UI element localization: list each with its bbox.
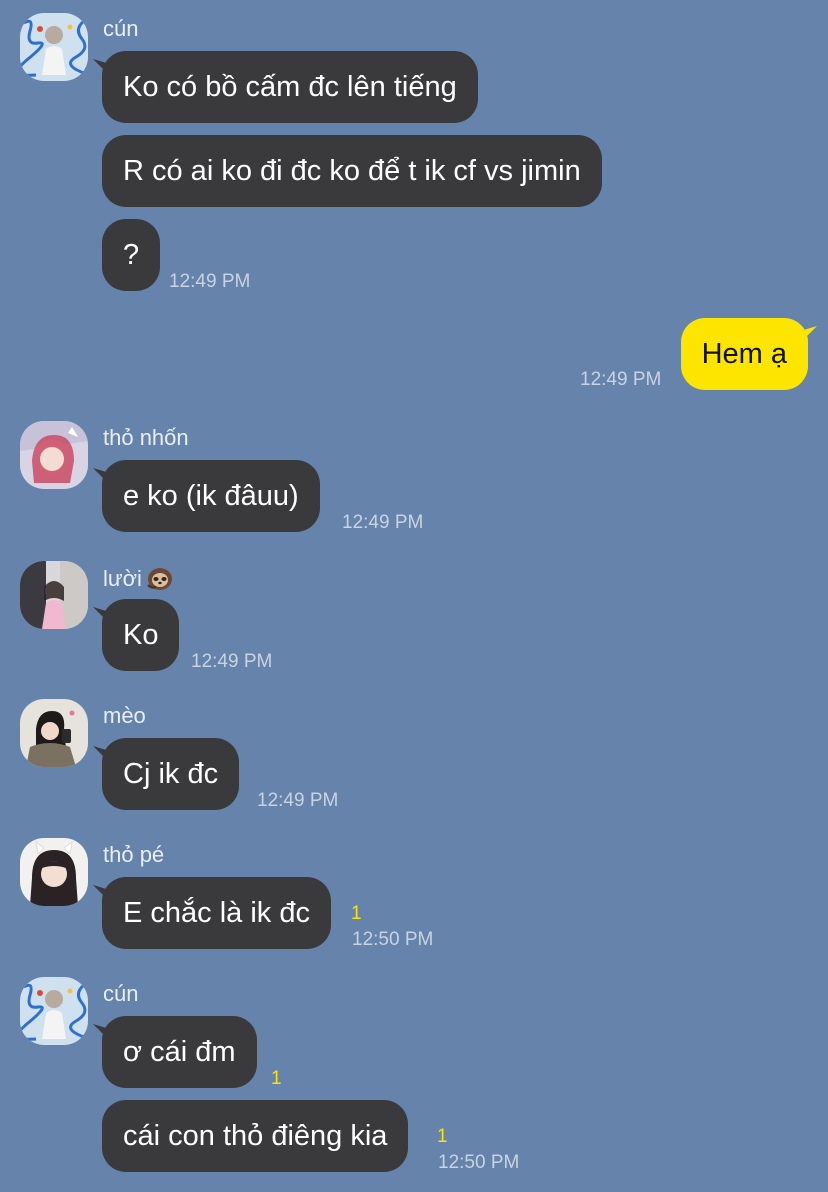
message-bubble[interactable]: ơ cái đm <box>102 1016 257 1088</box>
message-bubble[interactable]: e ko (ik đâuu) <box>102 460 320 532</box>
avatar-meo[interactable] <box>20 699 88 767</box>
sender-name: lười <box>103 565 174 592</box>
avatar-cun[interactable] <box>20 977 88 1045</box>
avatar-luoi[interactable] <box>20 561 88 629</box>
unread-count: 1 <box>437 1126 448 1147</box>
sender-name: thỏ pé <box>103 842 165 867</box>
sloth-icon <box>146 565 174 591</box>
sender-name-text: lười <box>103 566 142 591</box>
message-timestamp: 12:49 PM <box>580 369 662 390</box>
message-bubble[interactable]: Ko <box>102 599 180 671</box>
message-bubble[interactable]: E chắc là ik đc <box>102 877 331 949</box>
avatar-cun[interactable] <box>20 13 88 81</box>
message-bubble[interactable]: Ko có bồ cấm đc lên tiếng <box>102 51 478 123</box>
message-bubble[interactable]: ? <box>102 219 161 291</box>
sender-name: cún <box>103 981 139 1006</box>
message-timestamp: 12:49 PM <box>257 790 339 811</box>
my-message-bubble[interactable]: Hem ạ <box>680 318 808 390</box>
message-timestamp: 12:49 PM <box>191 651 273 672</box>
unread-count: 1 <box>351 903 362 924</box>
message-bubble[interactable]: Cj ik đc <box>102 738 240 810</box>
message-timestamp: 12:49 PM <box>169 271 251 292</box>
unread-count: 1 <box>271 1068 282 1089</box>
sender-name: thỏ nhốn <box>103 425 189 450</box>
avatar-tho-pe[interactable] <box>20 838 88 906</box>
message-timestamp: 12:50 PM <box>438 1152 520 1173</box>
avatar-tho-nhon[interactable] <box>20 421 88 489</box>
sender-name: cún <box>103 16 139 41</box>
sender-name: mèo <box>103 703 146 728</box>
message-bubble[interactable]: cái con thỏ điêng kia <box>102 1100 409 1172</box>
message-bubble[interactable]: R có ai ko đi đc ko để t ik cf vs jimin <box>102 135 602 207</box>
message-timestamp: 12:49 PM <box>342 512 424 533</box>
message-timestamp: 12:50 PM <box>352 929 434 950</box>
